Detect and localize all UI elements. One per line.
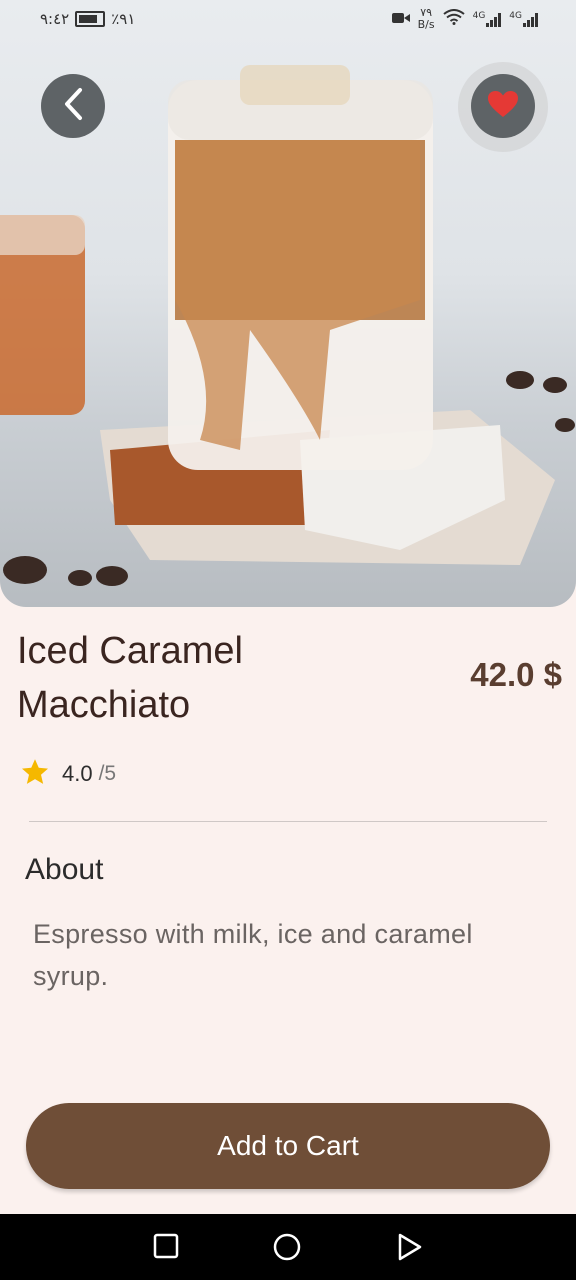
status-time: ٩:٤٢ bbox=[40, 10, 70, 28]
product-description: Espresso with milk, ice and caramel syru… bbox=[33, 919, 473, 991]
rating-value: 4.0 bbox=[62, 761, 93, 786]
wifi-icon bbox=[442, 9, 465, 29]
divider bbox=[29, 821, 547, 822]
square-icon[interactable] bbox=[152, 1232, 180, 1264]
product-price: 42.0 $ bbox=[470, 656, 562, 693]
heart-icon bbox=[487, 90, 519, 122]
signal-icon: 4G bbox=[509, 11, 538, 27]
chevron-left-icon bbox=[62, 87, 84, 125]
rating-max: /5 bbox=[98, 762, 117, 785]
signal-icon: 4G bbox=[473, 11, 502, 27]
back-button[interactable] bbox=[41, 74, 105, 138]
net-speed: ٧٩ B/s bbox=[417, 6, 435, 31]
triangle-icon[interactable] bbox=[396, 1232, 424, 1266]
circle-icon[interactable] bbox=[272, 1232, 302, 1266]
camera-icon bbox=[391, 10, 410, 28]
star-icon bbox=[20, 757, 50, 791]
favorite-button[interactable] bbox=[471, 74, 535, 138]
about-heading: About bbox=[25, 853, 104, 886]
product-title: Iced Caramel Macchiato bbox=[17, 630, 243, 726]
rating: 4.0 /5 bbox=[20, 757, 116, 791]
system-nav-bar bbox=[0, 1214, 576, 1280]
battery-percent: ٪٩١ bbox=[111, 10, 136, 28]
battery-icon bbox=[75, 11, 106, 27]
status-bar: ٩:٤٢ ٪٩١ ٧٩ B/s 4G 4G bbox=[0, 0, 576, 40]
add-to-cart-button[interactable]: Add to Cart bbox=[26, 1103, 550, 1189]
